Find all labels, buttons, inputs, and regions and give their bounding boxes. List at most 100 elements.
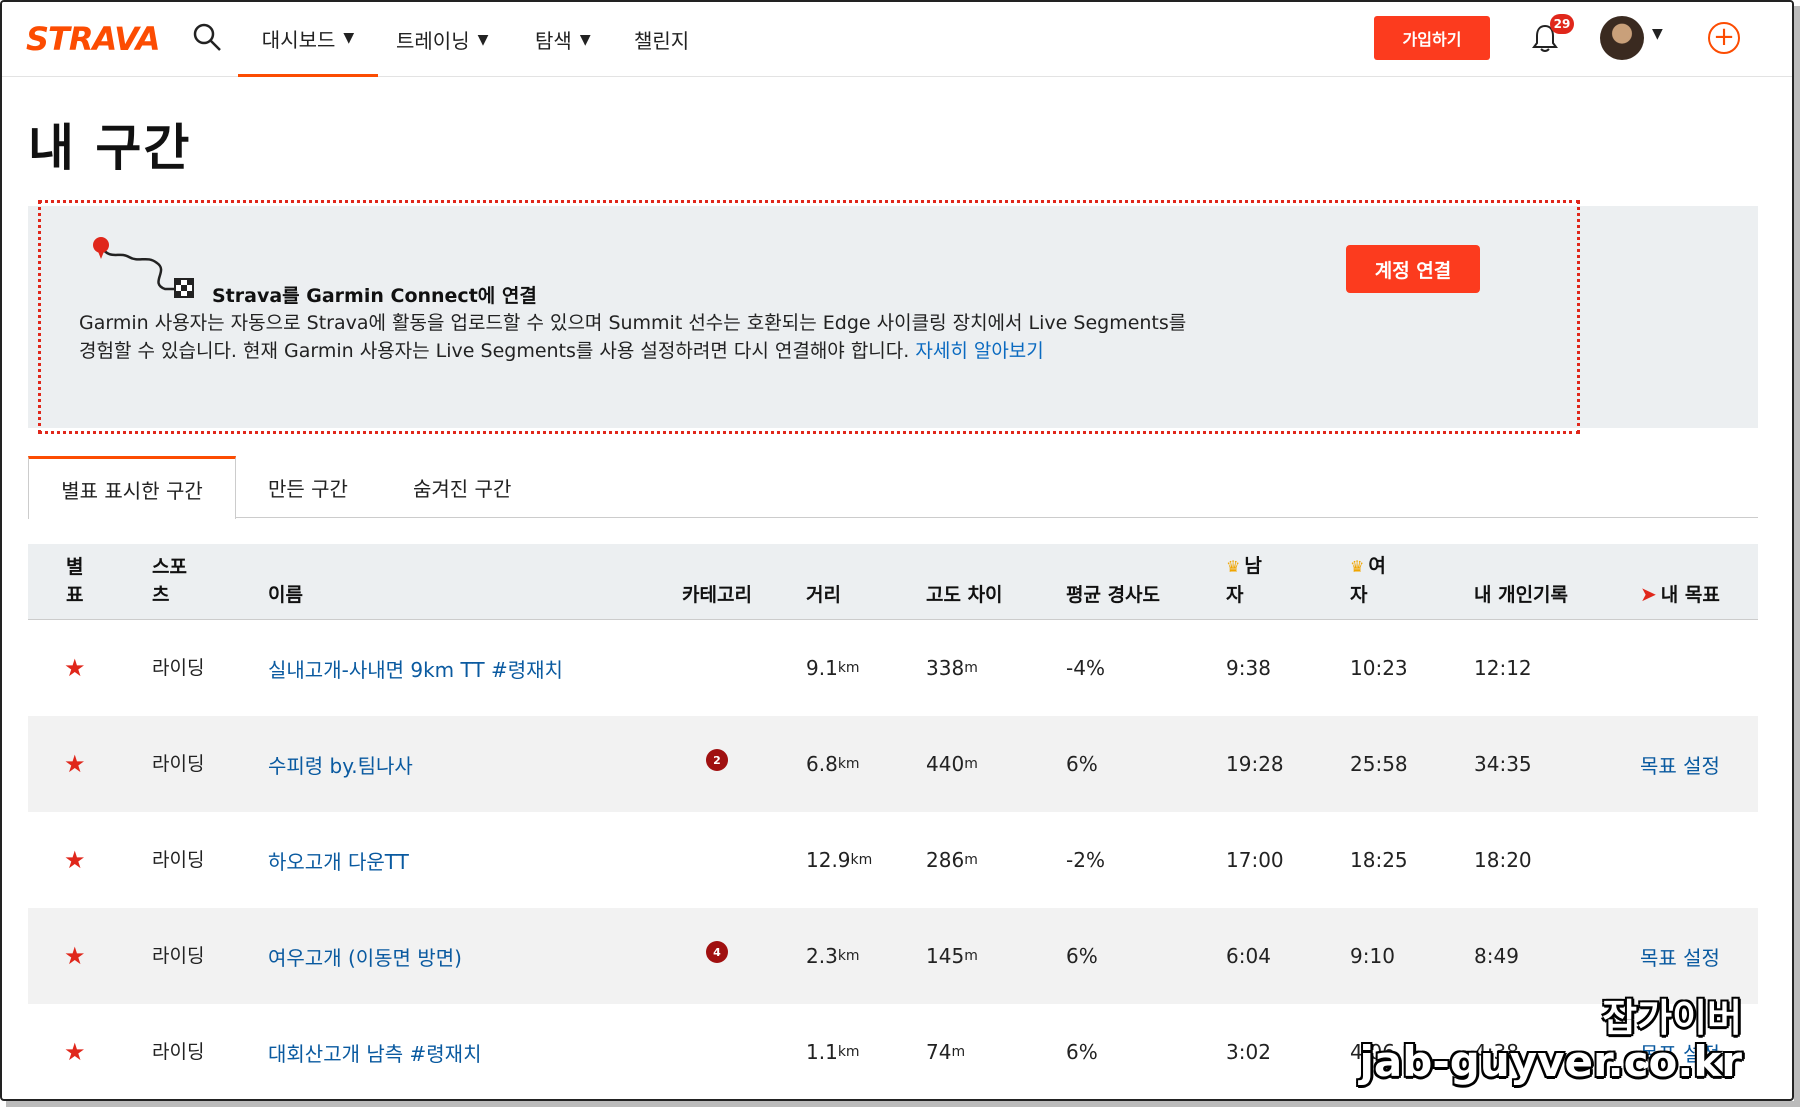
chevron-down-icon: ▼: [477, 31, 489, 48]
distance-cell: 1.1 km: [806, 1004, 860, 1099]
notification-badge: 29: [1550, 14, 1574, 34]
segment-name-cell: 실내고개-사내면 9km TT #령재치: [268, 620, 563, 716]
avatar[interactable]: [1600, 16, 1644, 60]
nav-challenges[interactable]: 챌린지: [634, 2, 689, 77]
col-qom[interactable]: ♛ 여자: [1350, 552, 1402, 609]
watermark: 잡가이버 jab-guyver.co.kr: [1360, 997, 1742, 1085]
search-icon[interactable]: [192, 22, 222, 52]
grade-value: 6%: [1066, 752, 1098, 776]
qom-time: 9:10: [1350, 944, 1395, 968]
kom-time: 9:38: [1226, 656, 1271, 680]
elevation-unit: m: [964, 756, 978, 772]
sport-type: 라이딩: [152, 753, 205, 775]
segment-name-link[interactable]: 여우고개 (이동면 방면): [268, 942, 462, 971]
nav-training[interactable]: 트레이닝 ▼: [396, 2, 488, 77]
nav-explore[interactable]: 탐색 ▼: [535, 2, 591, 77]
star-icon[interactable]: ★: [64, 846, 86, 874]
kom-time: 3:02: [1226, 1040, 1271, 1064]
grade-value: 6%: [1066, 944, 1098, 968]
col-category[interactable]: 카테고리: [680, 581, 754, 609]
pr-time: 18:20: [1474, 848, 1532, 872]
segment-name-cell: 대회산고개 남측 #령재치: [268, 1004, 481, 1099]
distance-unit: km: [850, 852, 873, 868]
nav-challenges-label: 챌린지: [634, 29, 690, 53]
elevation-cell: 74 m: [926, 1004, 966, 1099]
chevron-down-icon: ▼: [579, 31, 591, 48]
tab-starred[interactable]: 별표 표시한 구간: [28, 456, 236, 519]
star-toggle[interactable]: ★: [64, 620, 86, 716]
window-shadow: [1794, 6, 1800, 1107]
table-header: 별표 스포츠 이름 카테고리 거리 고도 차이 평균 경사도 ♛ 남자 ♛ 여자 내…: [28, 544, 1758, 620]
tab-created[interactable]: 만든 구간: [268, 456, 348, 518]
col-elevation[interactable]: 고도 차이: [926, 581, 1006, 609]
segment-name-cell: 여우고개 (이동면 방면): [268, 908, 462, 1004]
star-icon[interactable]: ★: [64, 654, 86, 682]
star-toggle[interactable]: ★: [64, 908, 86, 1004]
garmin-banner: Strava를 Garmin Connect에 연결 Garmin 사용자는 자…: [28, 200, 1758, 434]
pr-time: 8:49: [1474, 944, 1519, 968]
goal-flag-icon: ➤: [1640, 582, 1657, 606]
set-goal-link[interactable]: 목표 설정: [1640, 942, 1720, 971]
col-kom[interactable]: ♛ 남자: [1226, 552, 1278, 609]
distance-cell: 2.3 km: [806, 908, 860, 1004]
page-title: 내 구간: [28, 119, 192, 177]
elevation-unit: m: [951, 1044, 966, 1060]
elevation-value: 145: [926, 944, 965, 968]
segment-name-link[interactable]: 하오고개 다운TT: [268, 846, 409, 875]
elevation-cell: 286 m: [926, 812, 978, 908]
sport-type: 라이딩: [152, 849, 205, 871]
plus-circle-icon[interactable]: +: [1708, 22, 1740, 54]
star-toggle[interactable]: ★: [64, 1004, 86, 1099]
app-window: STRAVA 대시보드 ▼ 트레이닝 ▼ 탐색 ▼ 챌린지 가입하기 29 ▼ …: [0, 0, 1794, 1101]
chevron-down-icon: ▼: [343, 30, 355, 46]
star-toggle[interactable]: ★: [64, 812, 86, 908]
window-shadow: [6, 1101, 1800, 1107]
elevation-cell: 338 m: [926, 620, 978, 716]
kom-time: 6:04: [1226, 944, 1271, 968]
distance-unit: km: [837, 660, 860, 676]
col-star: 별표: [66, 556, 84, 606]
watermark-korean: 잡가이버: [1602, 996, 1742, 1040]
qom-time: 25:58: [1350, 752, 1408, 776]
kom-time: 17:00: [1226, 848, 1284, 872]
signup-button[interactable]: 가입하기: [1374, 16, 1490, 60]
strava-logo[interactable]: STRAVA: [26, 20, 160, 58]
segment-tabs: 별표 표시한 구간 만든 구간 숨겨진 구간: [28, 456, 1758, 519]
sport-type: 라이딩: [152, 945, 205, 967]
climb-category-badge: 4: [706, 941, 728, 963]
star-icon[interactable]: ★: [64, 1038, 86, 1066]
segment-name-link[interactable]: 수피령 by.팀나사: [268, 750, 413, 779]
segment-name-link[interactable]: 실내고개-사내면 9km TT #령재치: [268, 654, 563, 683]
col-distance[interactable]: 거리: [806, 581, 841, 609]
learn-more-link[interactable]: 자세히 알아보기: [915, 340, 1043, 362]
crown-icon: ♛: [1350, 557, 1365, 576]
star-icon[interactable]: ★: [64, 750, 86, 778]
star-toggle[interactable]: ★: [64, 716, 86, 812]
nav-dashboard[interactable]: 대시보드 ▼: [238, 2, 378, 77]
connect-account-button[interactable]: 계정 연결: [1346, 245, 1480, 293]
grade-value: 6%: [1066, 1040, 1098, 1064]
elevation-unit: m: [964, 852, 978, 868]
grade-value: -4%: [1066, 656, 1105, 680]
col-sport: 스포츠: [152, 556, 187, 606]
col-name[interactable]: 이름: [268, 581, 303, 609]
col-grade[interactable]: 평균 경사도: [1066, 581, 1162, 609]
segment-name-cell: 하오고개 다운TT: [268, 812, 409, 908]
route-map-icon: [93, 237, 194, 298]
segment-name-link[interactable]: 대회산고개 남측 #령재치: [268, 1038, 481, 1067]
pr-time: 34:35: [1474, 752, 1532, 776]
elevation-value: 74: [926, 1040, 952, 1064]
banner-body: Garmin 사용자는 자동으로 Strava에 활동을 업로드할 수 있으며 …: [79, 309, 1199, 365]
elevation-cell: 440 m: [926, 716, 978, 812]
distance-value: 9.1: [806, 656, 838, 680]
tab-hidden[interactable]: 숨겨진 구간: [413, 456, 511, 518]
grade-value: -2%: [1066, 848, 1105, 872]
qom-time: 10:23: [1350, 656, 1408, 680]
elevation-value: 286: [926, 848, 965, 872]
nav-dashboard-label: 대시보드: [261, 27, 336, 52]
star-icon[interactable]: ★: [64, 942, 86, 970]
goal-cell: 목표 설정: [1640, 716, 1720, 812]
set-goal-link[interactable]: 목표 설정: [1640, 750, 1720, 779]
chevron-down-icon[interactable]: ▼: [1652, 26, 1663, 42]
distance-value: 6.8: [806, 752, 838, 776]
